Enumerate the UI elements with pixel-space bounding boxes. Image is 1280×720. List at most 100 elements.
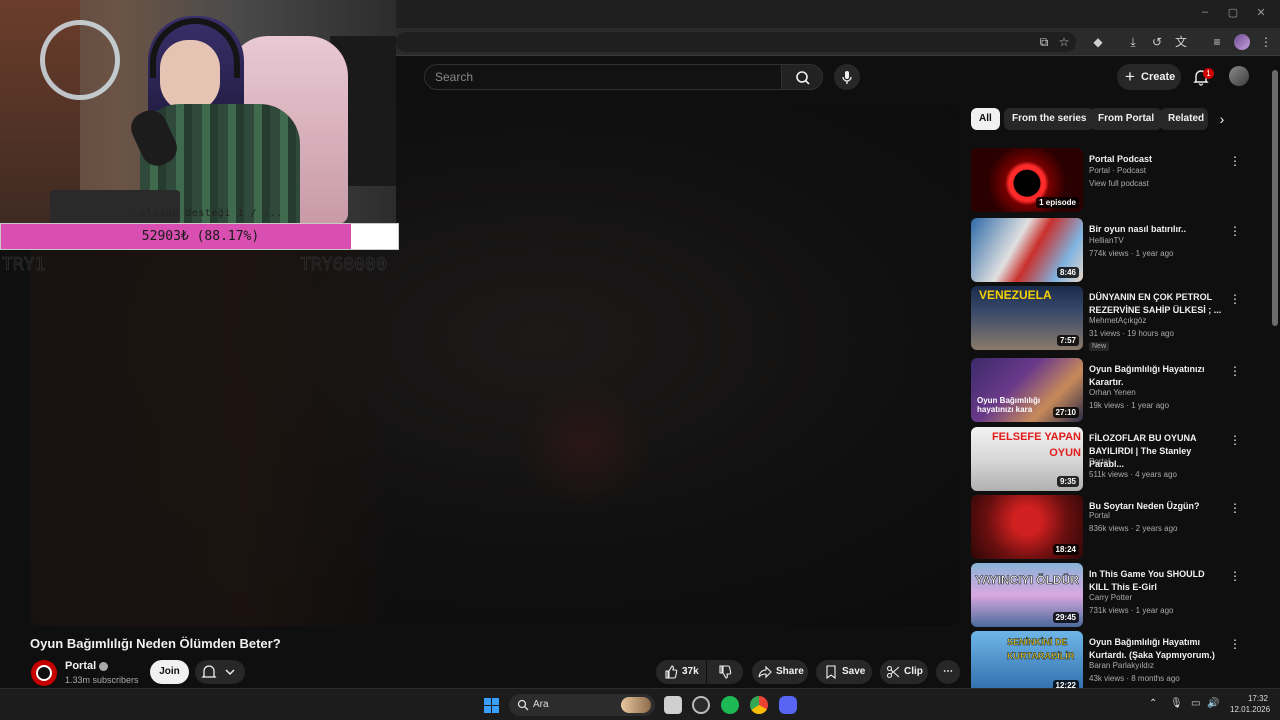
user-avatar[interactable] <box>1229 66 1249 86</box>
search-icon <box>517 699 529 711</box>
more-vertical-icon[interactable]: ⋮ <box>1229 637 1241 651</box>
recommendation-title[interactable]: DÜNYANIN EN ÇOK PETROL REZERVİNE SAHİP Ü… <box>1089 291 1225 317</box>
video-duration: 9:35 <box>1056 476 1079 487</box>
clip-label: Clip <box>904 666 923 677</box>
search-button[interactable] <box>781 64 823 90</box>
chrome-icon[interactable] <box>750 696 768 714</box>
page-scrollbar[interactable] <box>1270 60 1280 688</box>
video-thumbnail[interactable]: SENİNKİNİ DE KURTARABİLİR 12:22 <box>971 631 1083 688</box>
scrollbar-thumb[interactable] <box>1272 70 1278 326</box>
address-bar[interactable] <box>396 32 1076 52</box>
tray-overflow-icon[interactable]: ⌃ <box>1149 698 1157 709</box>
download-icon[interactable]: ⤓ <box>1125 34 1141 50</box>
chip-from-portal[interactable]: From Portal <box>1090 108 1163 130</box>
notification-badge: 1 <box>1203 68 1214 79</box>
install-app-icon[interactable]: ⧉ <box>1036 34 1052 50</box>
close-icon[interactable]: ✕ <box>1254 6 1268 19</box>
create-button[interactable]: + Create <box>1117 64 1181 90</box>
history-icon[interactable]: ↺ <box>1149 34 1165 50</box>
chip-related[interactable]: Related <box>1160 108 1208 130</box>
share-button[interactable]: Share <box>752 660 808 684</box>
channel-name[interactable]: Portal <box>65 660 109 672</box>
video-thumbnail[interactable]: YAYINCIYI ÖLDÜR 29:45 <box>971 563 1083 627</box>
clip-button[interactable]: Clip <box>880 660 928 684</box>
recommendation-channel[interactable]: Portal · Podcast <box>1089 166 1146 175</box>
search-icon <box>796 71 810 85</box>
recommendation-title[interactable]: Oyun Bağımlılığı Hayatınızı Karartır. <box>1089 363 1225 389</box>
thumbs-down-icon <box>719 665 732 679</box>
more-vertical-icon[interactable]: ⋮ <box>1229 224 1241 238</box>
more-vertical-icon[interactable]: ⋮ <box>1229 292 1241 306</box>
more-vertical-icon[interactable]: ⋮ <box>1229 154 1241 168</box>
like-button[interactable]: 37k <box>656 660 706 684</box>
browser-profile-avatar[interactable] <box>1234 34 1250 50</box>
recommendation-item[interactable]: VENEZUELA 7:57 DÜNYANIN EN ÇOK PETROL RE… <box>971 286 1241 351</box>
video-thumbnail[interactable]: VENEZUELA 7:57 <box>971 286 1083 350</box>
obs-icon[interactable] <box>692 696 710 714</box>
bookmark-star-icon[interactable]: ☆ <box>1056 34 1072 50</box>
video-thumbnail[interactable]: 1 episode <box>971 148 1083 212</box>
chip-from-the-series[interactable]: From the series <box>1004 108 1095 130</box>
channel-name-text[interactable]: Portal <box>65 660 96 672</box>
recommendation-channel[interactable]: Portal <box>1089 457 1110 466</box>
more-vertical-icon[interactable]: ⋮ <box>1229 569 1241 583</box>
microphone-tray-icon[interactable]: 🎙 <box>1170 698 1183 709</box>
more-vertical-icon[interactable]: ⋮ <box>1229 364 1241 378</box>
extensions-icon[interactable]: ◆ <box>1090 34 1106 50</box>
task-view-icon[interactable] <box>664 696 682 714</box>
more-vertical-icon[interactable]: ⋮ <box>1229 501 1241 515</box>
recommendation-channel[interactable]: Carry Potter <box>1089 593 1132 602</box>
recommendation-item[interactable]: SENİNKİNİ DE KURTARABİLİR 12:22 Oyun Bağ… <box>971 631 1241 688</box>
more-actions-button[interactable]: ⋯ <box>936 660 960 684</box>
discord-icon[interactable] <box>779 696 797 714</box>
taskbar-search[interactable]: Ara <box>509 694 655 716</box>
more-vertical-icon[interactable]: ⋮ <box>1229 433 1241 447</box>
channel-avatar[interactable] <box>31 660 57 686</box>
video-thumbnail[interactable]: Oyun Bağımlılığı hayatınızı kara 27:10 <box>971 358 1083 422</box>
recommendation-title[interactable]: Bir oyun nasıl batırılır.. <box>1089 223 1225 236</box>
recommendation-channel[interactable]: MehmetAçıkgöz <box>1089 316 1146 325</box>
video-thumbnail[interactable]: 8:46 <box>971 218 1083 282</box>
webcam-overlay: ...alışan desteği 1 / ... <box>0 0 396 224</box>
recommendation-channel[interactable]: Baran Parlakyıldız <box>1089 661 1154 670</box>
save-button[interactable]: Save <box>816 660 872 684</box>
dislike-button[interactable] <box>707 660 743 684</box>
translate-icon[interactable]: 文 <box>1173 34 1189 50</box>
chip-all[interactable]: All <box>971 108 1000 130</box>
volume-icon[interactable]: 🔊 <box>1207 698 1219 709</box>
reading-list-icon[interactable]: ≡ <box>1209 34 1225 50</box>
minimize-icon[interactable]: – <box>1198 6 1212 18</box>
recommendation-item[interactable]: 18:24 Bu Soytarı Neden Üzgün? Portal 836… <box>971 495 1241 559</box>
recommendation-title[interactable]: In This Game You SHOULD KILL This E-Girl <box>1089 568 1225 594</box>
taskbar-clock[interactable]: 17:32 12.01.2026 <box>1230 693 1270 715</box>
voice-search-button[interactable] <box>834 64 860 90</box>
search-input[interactable]: Search <box>424 64 782 90</box>
donation-goal-min: TRY1 <box>2 254 46 276</box>
recommendation-channel[interactable]: HellianTV <box>1089 236 1124 245</box>
chevron-right-icon[interactable]: › <box>1213 110 1231 128</box>
subscriber-count: 1.33m subscribers <box>65 675 139 685</box>
recommendation-meta[interactable]: View full podcast <box>1089 179 1149 188</box>
recommendation-item[interactable]: 1 episode Portal Podcast Portal · Podcas… <box>971 148 1241 212</box>
video-thumbnail[interactable]: FELSEFE YAPAN OYUN 9:35 <box>971 427 1083 491</box>
thumbnail-text: VENEZUELA <box>979 288 1052 302</box>
recommendation-item[interactable]: FELSEFE YAPAN OYUN 9:35 FİLOZOFLAR BU OY… <box>971 427 1241 491</box>
spotify-icon[interactable] <box>721 696 739 714</box>
video-thumbnail[interactable]: 18:24 <box>971 495 1083 559</box>
join-button[interactable]: Join <box>150 660 189 684</box>
recommendation-channel[interactable]: Orhan Yenen <box>1089 388 1136 397</box>
more-horizontal-icon: ⋯ <box>943 666 953 677</box>
browser-menu-icon[interactable]: ⋮ <box>1258 34 1274 50</box>
maximize-icon[interactable]: ▢ <box>1226 6 1240 19</box>
windows-start-icon[interactable] <box>484 698 499 713</box>
like-count: 37k <box>682 666 699 677</box>
recommendation-title[interactable]: Oyun Bağımlılığı Hayatımı Kurtardı. (Şak… <box>1089 636 1225 662</box>
recommendation-item[interactable]: YAYINCIYI ÖLDÜR 29:45 In This Game You S… <box>971 563 1241 627</box>
recommendation-title[interactable]: Portal Podcast <box>1089 153 1225 166</box>
recommendation-item[interactable]: Oyun Bağımlılığı hayatınızı kara 27:10 O… <box>971 358 1241 422</box>
recommendation-channel[interactable]: Portal <box>1089 511 1110 520</box>
notification-settings-button[interactable] <box>195 660 245 684</box>
network-icon[interactable]: ▭ <box>1191 698 1200 709</box>
windows-taskbar: Ara ⌃ 🎙 ▭ 🔊 17:32 12.01.2026 <box>0 688 1280 720</box>
recommendation-item[interactable]: 8:46 Bir oyun nasıl batırılır.. HellianT… <box>971 218 1241 282</box>
